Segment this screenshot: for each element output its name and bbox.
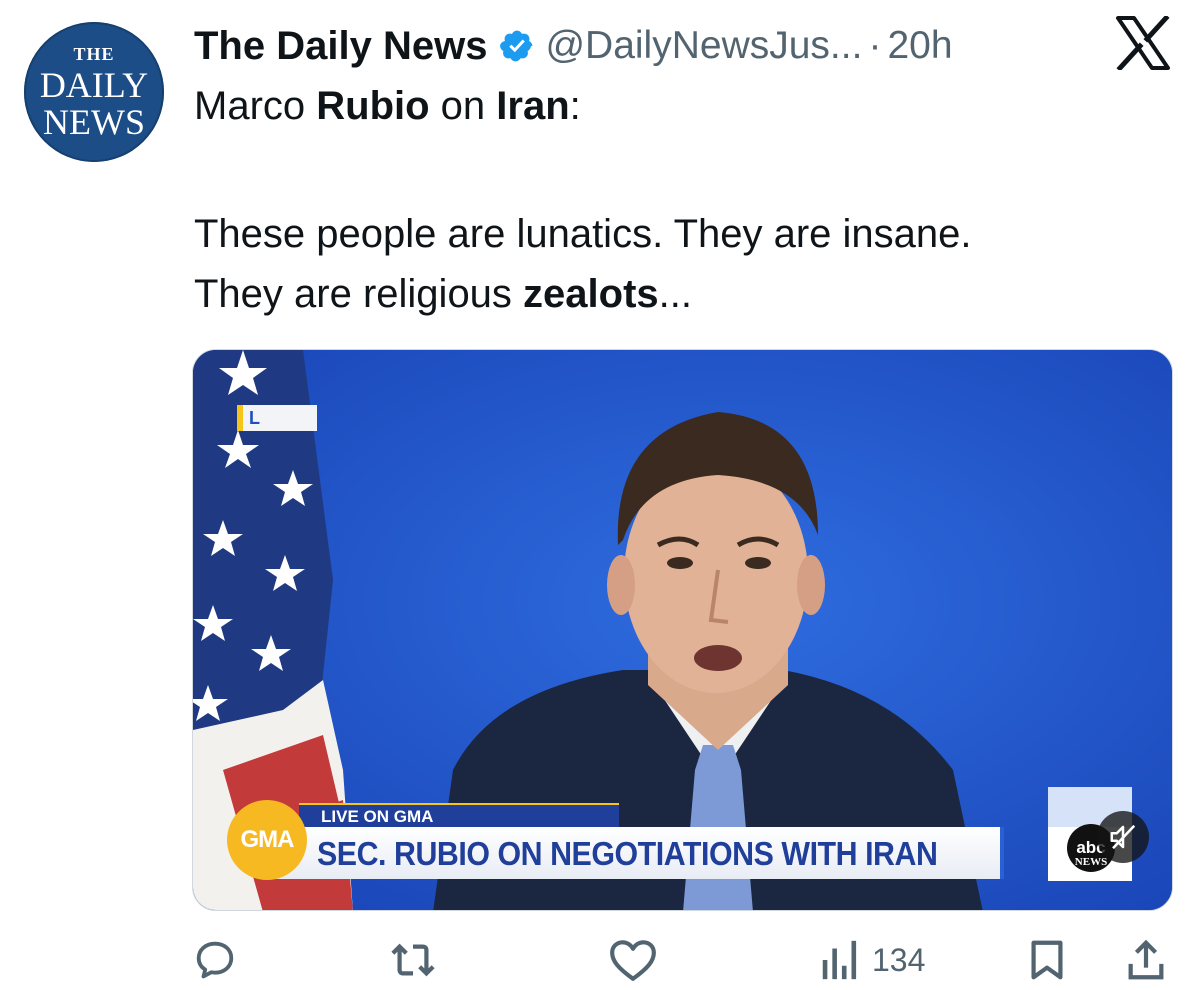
bookmark-button[interactable]	[1026, 930, 1068, 990]
post-text-line-1: Marco Rubio on Iran:	[194, 80, 581, 132]
reply-icon	[192, 937, 238, 983]
text-bold-zealots: zealots	[523, 272, 659, 316]
display-name[interactable]: The Daily News	[194, 24, 487, 69]
separator-dot: ·	[868, 24, 882, 67]
action-bar: 134	[0, 930, 1200, 990]
station-bug-bar	[237, 405, 243, 431]
x-logo-icon	[1114, 14, 1172, 72]
video-media[interactable]: L LIVE ON GMA SEC. RUBIO ON NEGOTIATIONS…	[192, 349, 1173, 911]
text-segment: They are religious	[194, 272, 524, 316]
text-segment: :	[569, 84, 581, 128]
avatar-text-daily: DAILY	[39, 64, 149, 105]
bookmark-icon	[1026, 937, 1068, 983]
post-text-line-3: These people are lunatics. They are insa…	[194, 212, 972, 256]
text-bold-rubio: Rubio	[316, 84, 430, 128]
chyron-text: SEC. RUBIO ON NEGOTIATIONS WITH IRAN	[317, 835, 938, 872]
handle[interactable]: @DailyNewsJus...	[545, 24, 862, 68]
avatar[interactable]: THE DAILY NEWS	[24, 22, 164, 162]
verified-badge-icon	[499, 28, 535, 64]
text-bold-iran: Iran	[496, 84, 570, 128]
heart-icon	[608, 937, 658, 983]
share-button[interactable]	[1124, 930, 1168, 990]
avatar-text-the: THE	[73, 43, 115, 64]
repost-button[interactable]	[387, 930, 439, 990]
share-icon	[1124, 937, 1168, 983]
text-segment: Marco	[194, 84, 317, 128]
timestamp[interactable]: 20h	[887, 24, 952, 68]
text-segment: ...	[658, 272, 692, 316]
post-text-line-4: They are religious zealots...	[194, 268, 692, 320]
live-tag: LIVE ON GMA	[299, 803, 619, 827]
reply-button[interactable]	[192, 930, 238, 990]
views-icon	[818, 937, 862, 983]
views-button[interactable]: 134	[818, 930, 925, 990]
like-button[interactable]	[608, 930, 658, 990]
views-count: 134	[872, 941, 926, 978]
station-bug-letter: L	[249, 408, 260, 428]
post-header: The Daily News @DailyNewsJus... · 20h	[194, 18, 953, 74]
mute-icon[interactable]	[1097, 811, 1149, 863]
text-segment: on	[429, 84, 497, 128]
repost-icon	[387, 937, 439, 983]
gma-logo: GMA	[227, 800, 307, 880]
avatar-text-news: NEWS	[43, 101, 145, 142]
